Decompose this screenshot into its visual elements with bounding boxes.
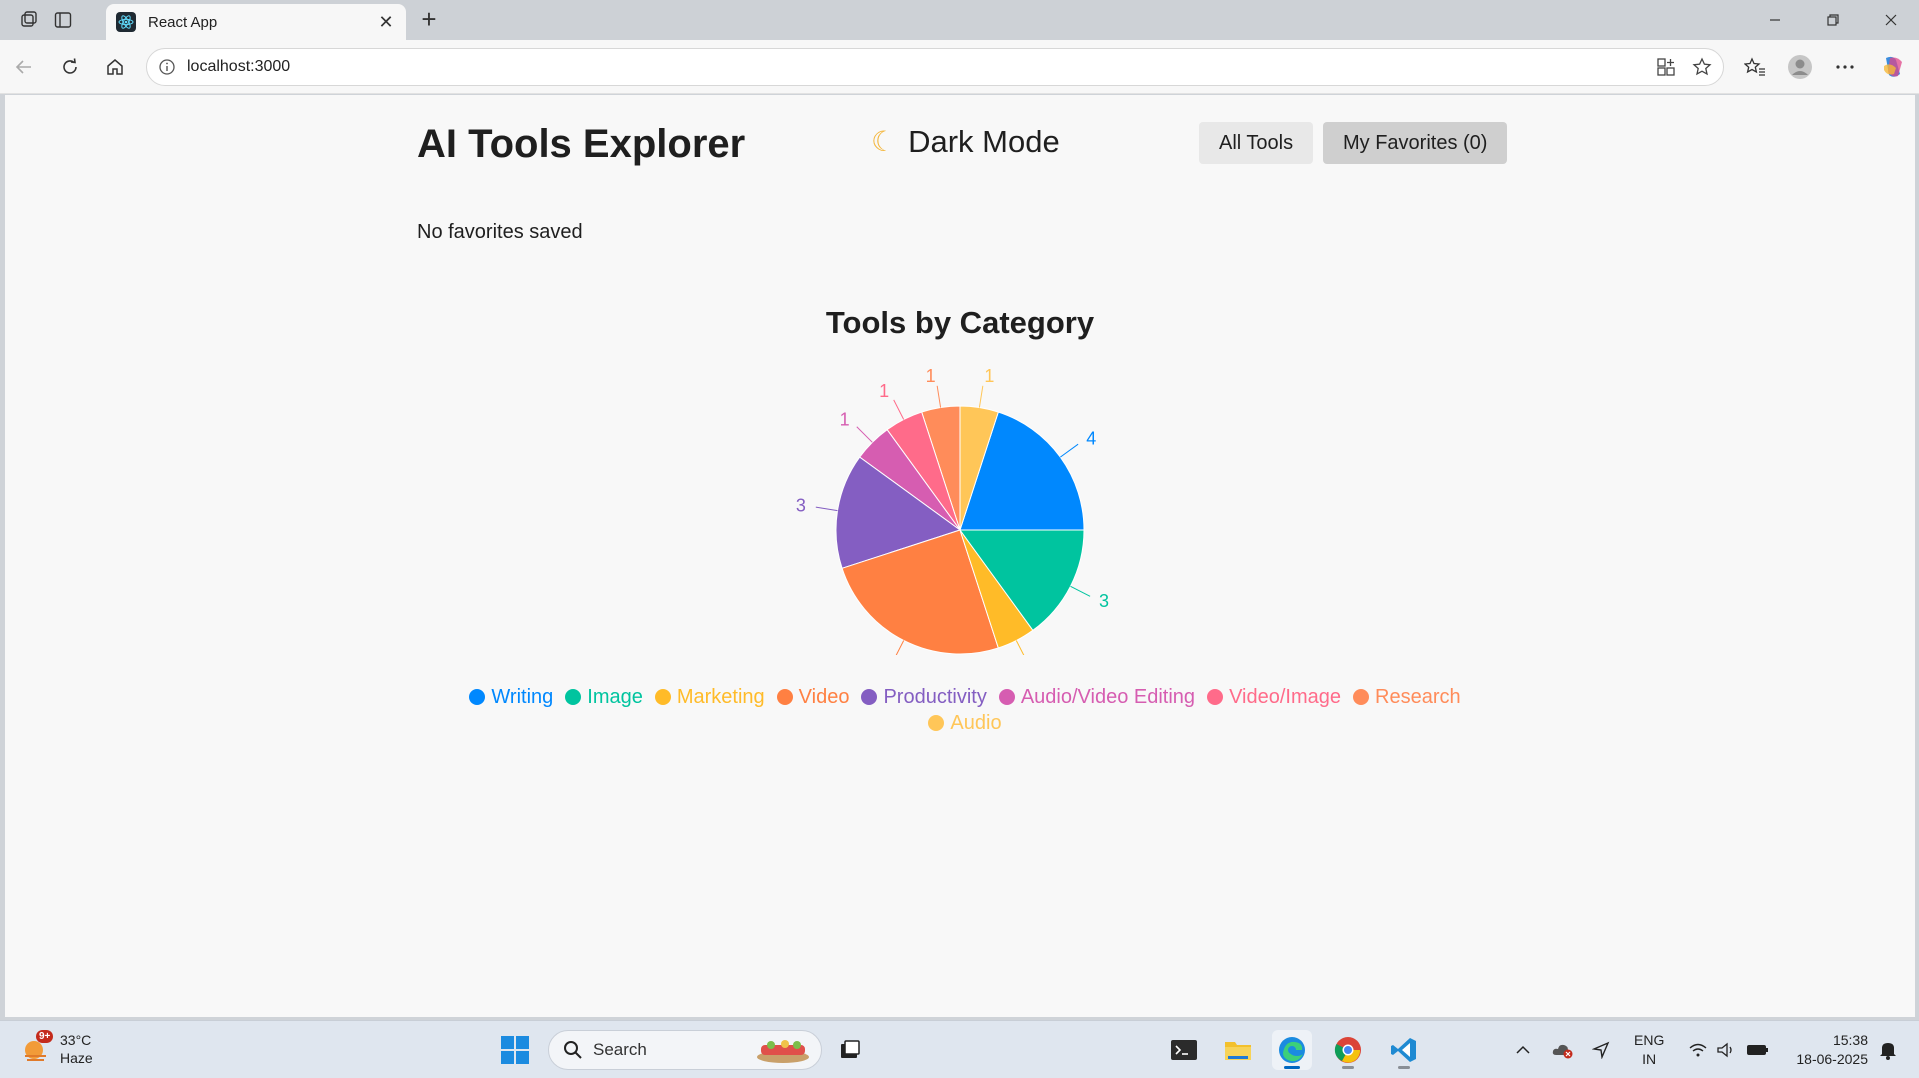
notification-bell-icon[interactable] [1876, 1030, 1900, 1070]
search-label: Search [593, 1040, 647, 1059]
pie-value-label: 3 [796, 496, 806, 516]
legend-label: Productivity [883, 686, 987, 708]
legend-dot [861, 689, 878, 705]
legend-label: Video [798, 686, 850, 708]
legend-dot [928, 715, 945, 731]
app-available-icon[interactable] [1651, 52, 1681, 82]
file-explorer-icon[interactable] [1218, 1030, 1258, 1070]
legend-dot [469, 689, 486, 705]
browser-tab-bar: React App ✕ + [0, 0, 1919, 40]
close-window-icon[interactable] [1868, 6, 1914, 34]
pie-value-label: 3 [1099, 591, 1109, 611]
legend-dot [1207, 689, 1224, 705]
legend-label: Marketing [676, 686, 765, 708]
site-info-icon[interactable] [157, 57, 177, 77]
taskbar-search[interactable]: Search [548, 1030, 822, 1070]
close-tab-icon[interactable]: ✕ [376, 12, 396, 33]
pie-value-label: 4 [1086, 428, 1096, 448]
show-hidden-icons-icon[interactable] [1512, 1030, 1534, 1070]
address-bar[interactable]: localhost:3000 [146, 48, 1724, 86]
pie-label-line [1015, 640, 1025, 655]
language-indicator[interactable]: ENG IN [1634, 1031, 1664, 1069]
legend-label: Research [1375, 686, 1461, 708]
search-highlight-icon [757, 1040, 809, 1063]
search-icon [564, 1041, 582, 1059]
workspaces-icon[interactable] [16, 8, 42, 32]
pie-label-line [1060, 443, 1079, 458]
legend-label: Writing [491, 686, 554, 708]
legend-label: Image [587, 686, 643, 708]
legend-item[interactable]: Marketing [654, 685, 765, 709]
onedrive-icon[interactable] [1550, 1030, 1576, 1070]
weather-widget[interactable]: 9+ 33°C Haze [22, 1030, 93, 1067]
pie-label-line [936, 385, 942, 408]
new-tab-icon[interactable]: + [414, 6, 444, 34]
wifi-icon[interactable] [1686, 1030, 1710, 1070]
home-icon[interactable] [100, 52, 130, 82]
legend-item[interactable]: Video [776, 685, 850, 709]
restore-icon[interactable] [1810, 6, 1856, 34]
legend-item[interactable]: Image [565, 685, 643, 709]
chrome-icon[interactable] [1328, 1030, 1368, 1070]
legend-dot [1353, 689, 1369, 705]
system-clock[interactable]: 15:38 18-06-2025 [1786, 1031, 1868, 1069]
pie-value-label: 1 [840, 410, 850, 430]
legend-dot [998, 689, 1015, 705]
page-viewport: AI Tools Explorer ☾ Dark Mode All Tools … [5, 95, 1915, 1017]
active-tab[interactable]: React App ✕ [106, 4, 406, 40]
legend-dot [776, 689, 793, 705]
reload-icon[interactable] [55, 52, 85, 82]
pie-label-line [893, 399, 905, 420]
weather-condition: Haze [60, 1050, 93, 1066]
legend-item[interactable]: Audio/Video Editing [998, 685, 1196, 709]
pie-label-line [978, 385, 984, 408]
legend-dot [654, 689, 671, 705]
legend-label: Audio [950, 712, 1002, 734]
favorites-icon[interactable] [1740, 52, 1770, 82]
terminal-icon[interactable] [1164, 1030, 1204, 1070]
pie-label-line [895, 640, 905, 655]
more-menu-icon[interactable] [1830, 52, 1860, 82]
pie-value-label: 1 [984, 366, 994, 386]
pie-label-line [1070, 585, 1091, 597]
profile-avatar-icon[interactable] [1785, 52, 1815, 82]
pie-label-line [856, 426, 873, 443]
legend-dot [565, 689, 582, 705]
legend-label: Audio/Video Editing [1020, 686, 1196, 708]
volume-icon[interactable] [1714, 1030, 1738, 1070]
browser-toolbar: localhost:3000 [0, 40, 1919, 94]
windows-start-icon[interactable] [500, 1035, 530, 1065]
location-icon[interactable] [1590, 1030, 1612, 1070]
legend-item[interactable]: Audio [928, 711, 1002, 735]
legend-item[interactable]: Writing [469, 685, 553, 709]
legend-item[interactable]: Productivity [861, 685, 987, 709]
task-view-icon[interactable] [830, 1030, 870, 1070]
url-text[interactable]: localhost:3000 [187, 58, 1651, 76]
chart-legend: Writing Image Marketing Video Productivity Au… [435, 685, 1495, 737]
legend-item[interactable]: Video/Image [1207, 685, 1341, 709]
pie-value-label: 1 [879, 381, 889, 401]
vertical-tabs-icon[interactable] [50, 8, 76, 32]
category-pie-chart: 411113513 [796, 366, 1109, 655]
legend-item[interactable]: Research [1353, 685, 1461, 709]
tab-title: React App [148, 13, 218, 31]
edge-browser-icon[interactable] [1272, 1030, 1312, 1070]
pie-label-line [815, 506, 838, 512]
weather-icon: 9+ [22, 1030, 54, 1064]
vscode-icon[interactable] [1384, 1030, 1424, 1070]
legend-label: Video/Image [1229, 686, 1341, 708]
pie-value-label: 1 [926, 366, 936, 386]
battery-icon[interactable] [1744, 1030, 1772, 1070]
back-icon[interactable] [9, 52, 39, 82]
react-icon [116, 12, 136, 32]
temperature: 33°C [60, 1032, 92, 1048]
copilot-icon[interactable] [1878, 52, 1908, 82]
weather-badge: 9+ [36, 1030, 54, 1043]
favorite-star-icon[interactable] [1687, 52, 1717, 82]
minimize-icon[interactable] [1752, 6, 1798, 34]
windows-taskbar: 9+ 33°C Haze Search ENG IN 15:38 18-06-2… [0, 1020, 1919, 1078]
